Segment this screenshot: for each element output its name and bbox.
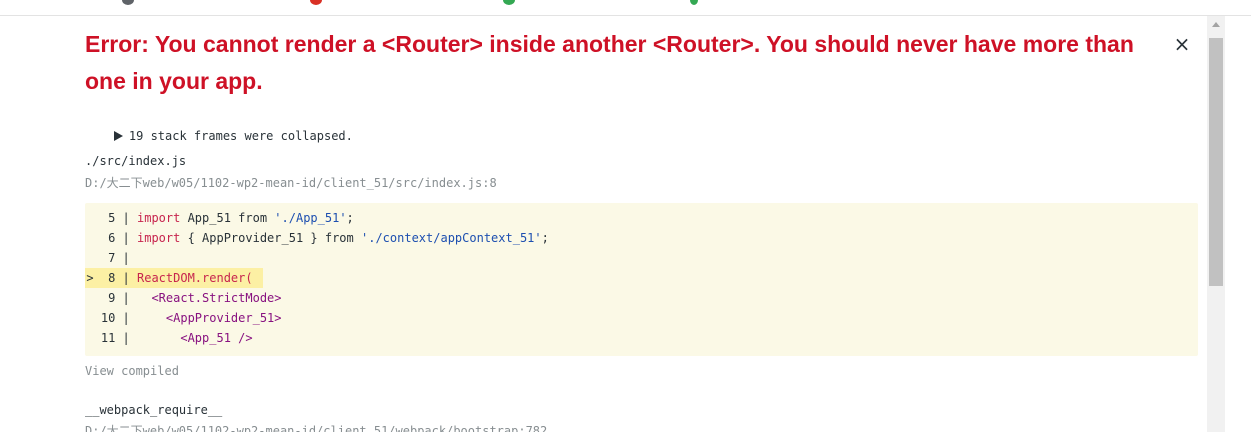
stack-frame-path[interactable]: D:/大二下web/w05/1102-wp2-mean-id/client_51… [85,174,497,191]
code-line: 9 | <React.StrictMode> [93,291,282,305]
vertical-scrollbar[interactable] [1207,16,1225,432]
code-line: 7 | [93,251,137,265]
code-snippet: 5 | import App_51 from './App_51'; 6 | i… [85,203,1198,356]
error-overlay: Error: You cannot render a <Router> insi… [0,16,1207,432]
code-line-highlighted: > 8 | ReactDOM.render( [85,268,263,288]
browser-bookmarks-strip [0,0,1251,16]
code-line: 6 | import { AppProvider_51 } from './co… [93,231,549,245]
collapsed-frames-label: 19 stack frames were collapsed. [128,129,353,143]
bookmark-icon[interactable] [503,0,515,5]
bookmark-icon[interactable] [122,0,134,5]
view-compiled-link[interactable]: View compiled [85,364,179,378]
collapsed-frames-toggle[interactable]: 19 stack frames were collapsed. [85,115,353,157]
code-line: 5 | import App_51 from './App_51'; [93,211,354,225]
code-line: 10 | <AppProvider_51> [93,311,282,325]
scroll-up-arrow-icon[interactable] [1212,22,1220,27]
bookmark-icon[interactable] [310,0,322,5]
close-icon[interactable]: × [1172,34,1192,54]
scrollbar-thumb[interactable] [1209,38,1223,286]
stack-frame-name: ./src/index.js [85,154,187,168]
stack-frame-path[interactable]: D:/大二下web/w05/1102-wp2-mean-id/client_51… [85,422,547,432]
bookmark-icon[interactable] [690,0,698,5]
stack-frame-name: __webpack_require__ [85,403,223,417]
expand-triangle-icon [113,131,123,141]
code-line: 11 | <App_51 /> [93,331,253,345]
error-message: Error: You cannot render a <Router> insi… [85,31,1134,94]
